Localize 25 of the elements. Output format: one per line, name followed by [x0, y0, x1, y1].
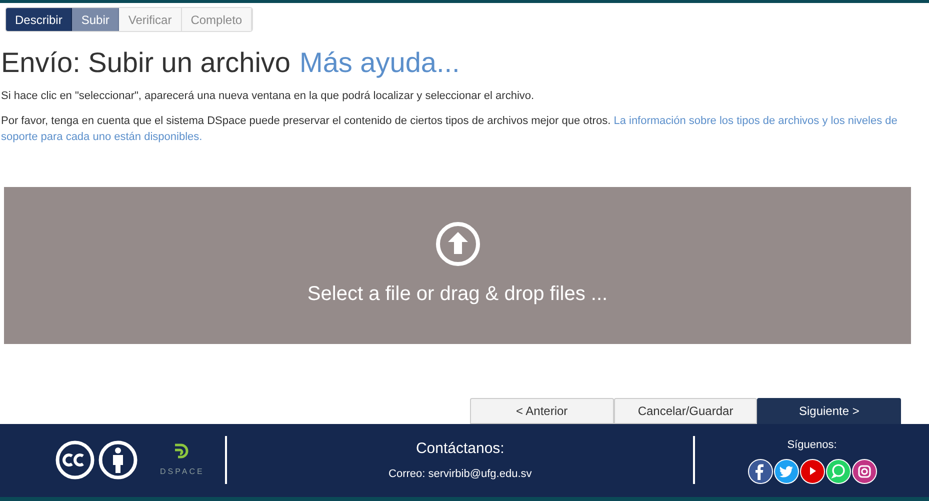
whatsapp-icon[interactable]: [826, 459, 850, 484]
page-title: Envío: Subir un archivo: [1, 46, 290, 80]
social-title: Síguenos:: [787, 438, 837, 453]
cc-icon: [55, 440, 95, 480]
step-tab[interactable]: Verificar: [119, 8, 182, 32]
step-tab[interactable]: Completo: [182, 8, 252, 32]
instructions-text: Si hace clic en "seleccionar", aparecerá una nueva ventana en la que podrá localizar y seleccionar el archivo.: [1, 89, 536, 104]
step-tab[interactable]: Describir: [6, 8, 72, 32]
facebook-icon[interactable]: [748, 459, 772, 484]
nav-button[interactable]: < Anterior: [470, 398, 614, 424]
file-dropzone[interactable]: Select a file or drag & drop files ...: [4, 186, 911, 344]
step-tab[interactable]: Subir: [72, 8, 120, 32]
twitter-icon[interactable]: [774, 459, 798, 484]
contact-email: Correo: servirbib@ufg.edu.sv: [388, 467, 532, 482]
nav-button[interactable]: Cancelar/Guardar: [614, 398, 758, 424]
instagram-icon[interactable]: [852, 459, 876, 484]
note-text: Por favor, tenga en cuenta que el sistema DSpace puede preservar el contenido de ciertos tipos de archivos mejor que otros. La información sobre los tipos de archivos y los niveles de soporte para cada uno están disponibles.: [1, 114, 898, 145]
dropzone-label: Select a file or drag & drop files ...: [307, 282, 608, 308]
play-icon[interactable]: [800, 459, 824, 484]
contact-title: Contáctanos:: [416, 438, 504, 459]
dspace-logo-text: DSPACE: [160, 466, 204, 478]
nav-button[interactable]: Siguiente >: [757, 398, 902, 424]
help-link[interactable]: Más ayuda...: [300, 45, 460, 82]
upload-icon: [434, 221, 480, 268]
person-icon: [98, 440, 138, 480]
